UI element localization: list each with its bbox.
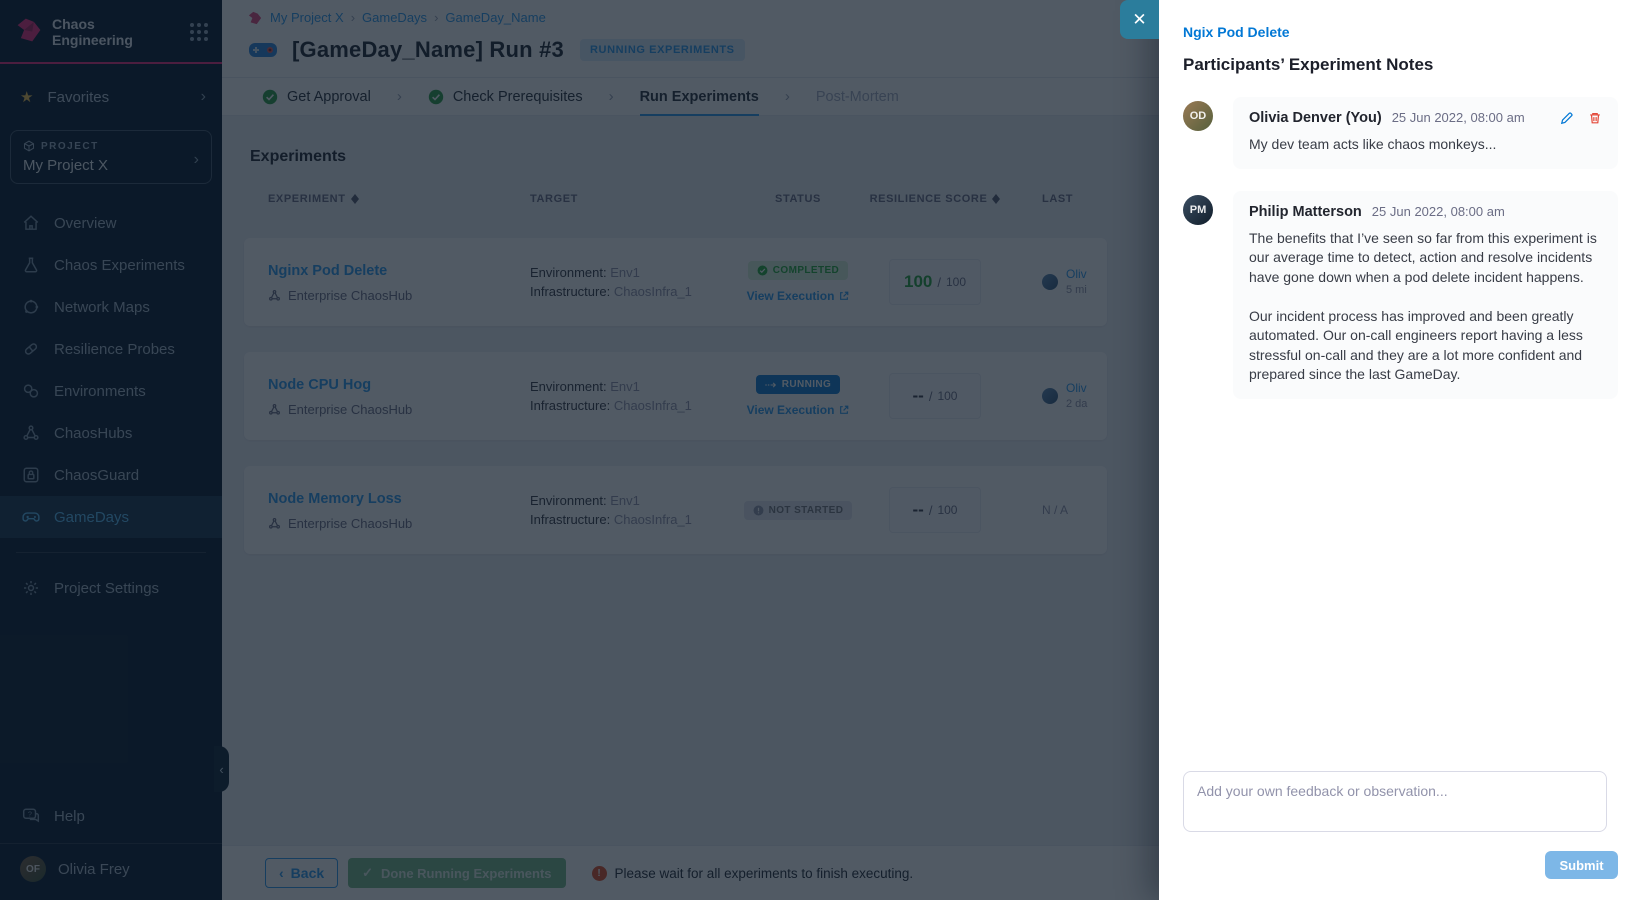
note-text: The benefits that I’ve seen so far from …: [1249, 229, 1602, 385]
drawer-header: Ngix Pod Delete Participants’ Experiment…: [1159, 0, 1642, 75]
drawer-experiment-link[interactable]: Ngix Pod Delete: [1183, 24, 1290, 40]
note-author-avatar: OD: [1183, 101, 1213, 131]
delete-note-button[interactable]: [1588, 111, 1602, 125]
modal-dim-overlay[interactable]: [0, 0, 1159, 900]
note-philip-matterson: PM Philip Matterson 25 Jun 2022, 08:00 a…: [1159, 191, 1642, 399]
trash-icon: [1588, 111, 1602, 125]
notes-list: OD Olivia Denver (You) 25 Jun 2022, 08:0…: [1159, 97, 1642, 399]
feedback-input[interactable]: [1183, 771, 1607, 832]
close-drawer-button[interactable]: ✕: [1120, 0, 1159, 39]
note-author: Philip Matterson: [1249, 204, 1362, 220]
note-text: My dev team acts like chaos monkeys...: [1249, 135, 1602, 155]
note-timestamp: 25 Jun 2022, 08:00 am: [1392, 110, 1560, 125]
close-icon: ✕: [1132, 10, 1146, 30]
note-author-avatar: PM: [1183, 195, 1213, 225]
note-timestamp: 25 Jun 2022, 08:00 am: [1372, 204, 1602, 219]
note-olivia-denver: OD Olivia Denver (You) 25 Jun 2022, 08:0…: [1159, 97, 1642, 169]
edit-note-button[interactable]: [1560, 111, 1574, 125]
submit-button[interactable]: Submit: [1545, 851, 1618, 879]
pencil-icon: [1560, 111, 1574, 125]
note-author: Olivia Denver (You): [1249, 110, 1382, 126]
app-canvas: Chaos Engineering ★ Favorites › PROJECT …: [0, 0, 1642, 900]
experiment-notes-drawer: ✕ Ngix Pod Delete Participants’ Experime…: [1159, 0, 1642, 900]
drawer-title: Participants’ Experiment Notes: [1183, 55, 1618, 75]
